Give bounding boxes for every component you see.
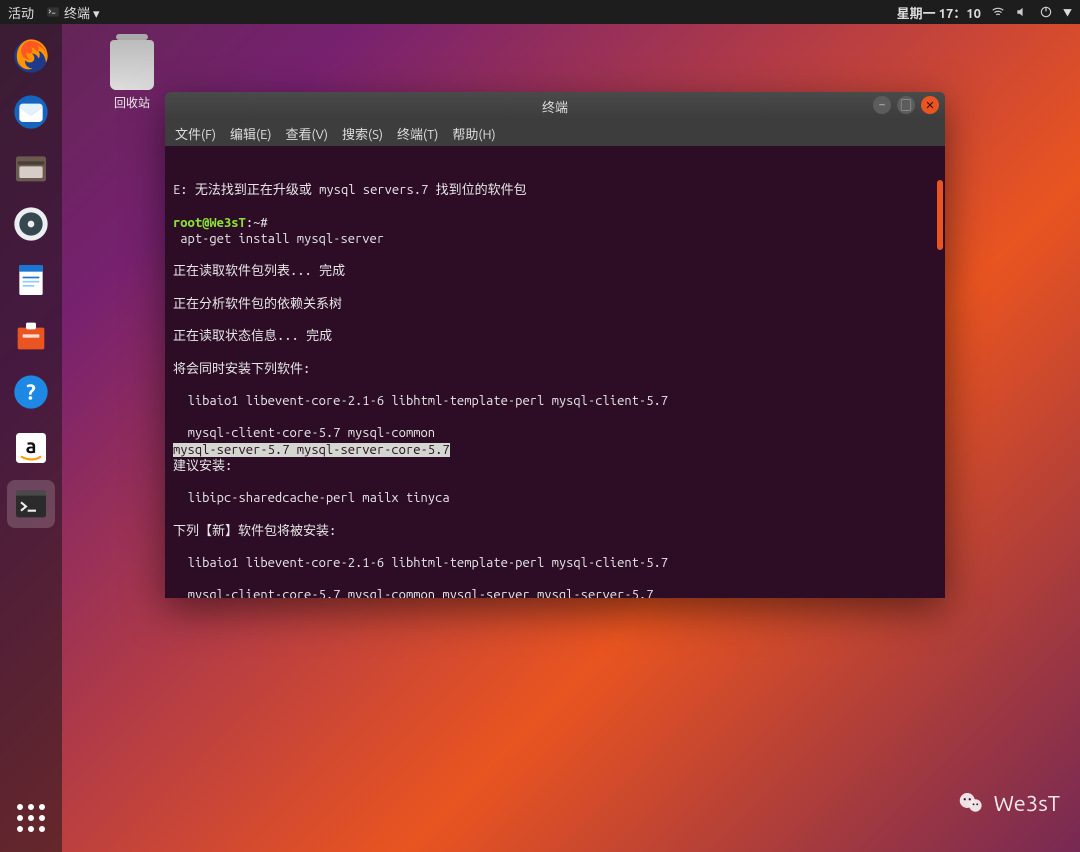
term-line: libaio1 libevent-core-2.1-6 libhtml-temp… <box>173 556 668 570</box>
trash-icon <box>110 40 154 90</box>
dock-amazon[interactable]: a <box>7 424 55 472</box>
top-bar: 活动 终端 ▾ 星期一 17：10 ▼ <box>0 0 1080 24</box>
svg-text:a: a <box>26 434 37 457</box>
prompt-path: :~# <box>246 216 268 230</box>
menu-search[interactable]: 搜索(S) <box>342 124 383 143</box>
trash-label: 回收站 <box>95 94 169 111</box>
volume-icon[interactable] <box>1015 5 1029 19</box>
dock-writer[interactable] <box>7 256 55 304</box>
menu-help[interactable]: 帮助(H) <box>452 124 495 143</box>
prompt-user: root@We3sT <box>173 216 246 230</box>
term-line: libaio1 libevent-core-2.1-6 libhtml-temp… <box>173 394 668 408</box>
term-line: libipc-sharedcache-perl mailx tinyca <box>173 491 450 505</box>
topbar-app-menu[interactable]: 终端 ▾ <box>46 3 100 22</box>
term-line: 正在分析软件包的依赖关系树 <box>173 297 342 311</box>
highlighted-text: mysql-server-5.7 mysql-server-core-5.7 <box>173 443 450 457</box>
term-line: mysql-client-core-5.7 mysql-common <box>173 426 442 440</box>
clock[interactable]: 星期一 17：10 <box>897 3 981 22</box>
apps-grid-icon <box>17 804 45 832</box>
power-icon[interactable] <box>1039 5 1053 19</box>
dock-files[interactable] <box>7 144 55 192</box>
terminal-small-icon <box>46 5 60 19</box>
thunderbird-icon <box>11 92 51 132</box>
menu-view[interactable]: 查看(V) <box>286 124 328 143</box>
window-close-button[interactable]: ✕ <box>921 96 939 114</box>
term-line: mysql-client-core-5.7 mysql-common mysql… <box>173 588 653 598</box>
menu-terminal[interactable]: 终端(T) <box>397 124 438 143</box>
window-title: 终端 <box>542 97 568 116</box>
dock: ? a <box>0 24 62 852</box>
window-menubar: 文件(F) 编辑(E) 查看(V) 搜索(S) 终端(T) 帮助(H) <box>165 120 945 146</box>
dock-rhythmbox[interactable] <box>7 200 55 248</box>
wechat-icon <box>956 788 986 818</box>
window-titlebar[interactable]: 终端 – ▢ ✕ <box>165 92 945 120</box>
menu-file[interactable]: 文件(F) <box>175 124 216 143</box>
command-text: apt-get install mysql-server <box>173 232 384 246</box>
term-line: 将会同时安装下列软件: <box>173 362 310 376</box>
dock-help[interactable]: ? <box>7 368 55 416</box>
menu-edit[interactable]: 编辑(E) <box>230 124 271 143</box>
terminal-window: 终端 – ▢ ✕ 文件(F) 编辑(E) 查看(V) 搜索(S) 终端(T) 帮… <box>165 92 945 598</box>
rhythmbox-icon <box>11 204 51 244</box>
term-line: 正在读取软件包列表... 完成 <box>173 264 345 278</box>
activities-button[interactable]: 活动 <box>8 3 34 22</box>
dock-software[interactable] <box>7 312 55 360</box>
terminal-body[interactable]: E: 无法找到正在升级或 mysql servers.7 找到位的软件包 roo… <box>165 146 945 598</box>
dock-thunderbird[interactable] <box>7 88 55 136</box>
term-line: E: 无法找到正在升级或 mysql servers.7 找到位的软件包 <box>173 183 527 197</box>
amazon-icon: a <box>11 428 51 468</box>
terminal-icon <box>11 484 51 524</box>
scrollbar-thumb[interactable] <box>937 180 943 250</box>
firefox-icon <box>11 36 51 76</box>
window-minimize-button[interactable]: – <box>873 96 891 114</box>
topbar-app-label: 终端 ▾ <box>64 3 100 22</box>
dock-terminal[interactable] <box>7 480 55 528</box>
window-maximize-button[interactable]: ▢ <box>897 96 915 114</box>
desktop-trash[interactable]: 回收站 <box>95 40 169 111</box>
svg-text:?: ? <box>26 381 36 405</box>
term-line: 建议安装: <box>173 459 232 473</box>
term-line: 正在读取状态信息... 完成 <box>173 329 332 343</box>
software-icon <box>11 316 51 356</box>
help-icon: ? <box>11 372 51 412</box>
show-applications[interactable] <box>0 794 62 842</box>
network-icon[interactable] <box>991 5 1005 19</box>
system-menu-chevron-icon[interactable]: ▼ <box>1063 6 1072 19</box>
writer-icon <box>11 260 51 300</box>
files-icon <box>11 148 51 188</box>
dock-firefox[interactable] <box>7 32 55 80</box>
watermark: We3sT <box>956 788 1060 818</box>
watermark-text: We3sT <box>994 791 1060 816</box>
term-line: 下列【新】软件包将被安装: <box>173 524 336 538</box>
